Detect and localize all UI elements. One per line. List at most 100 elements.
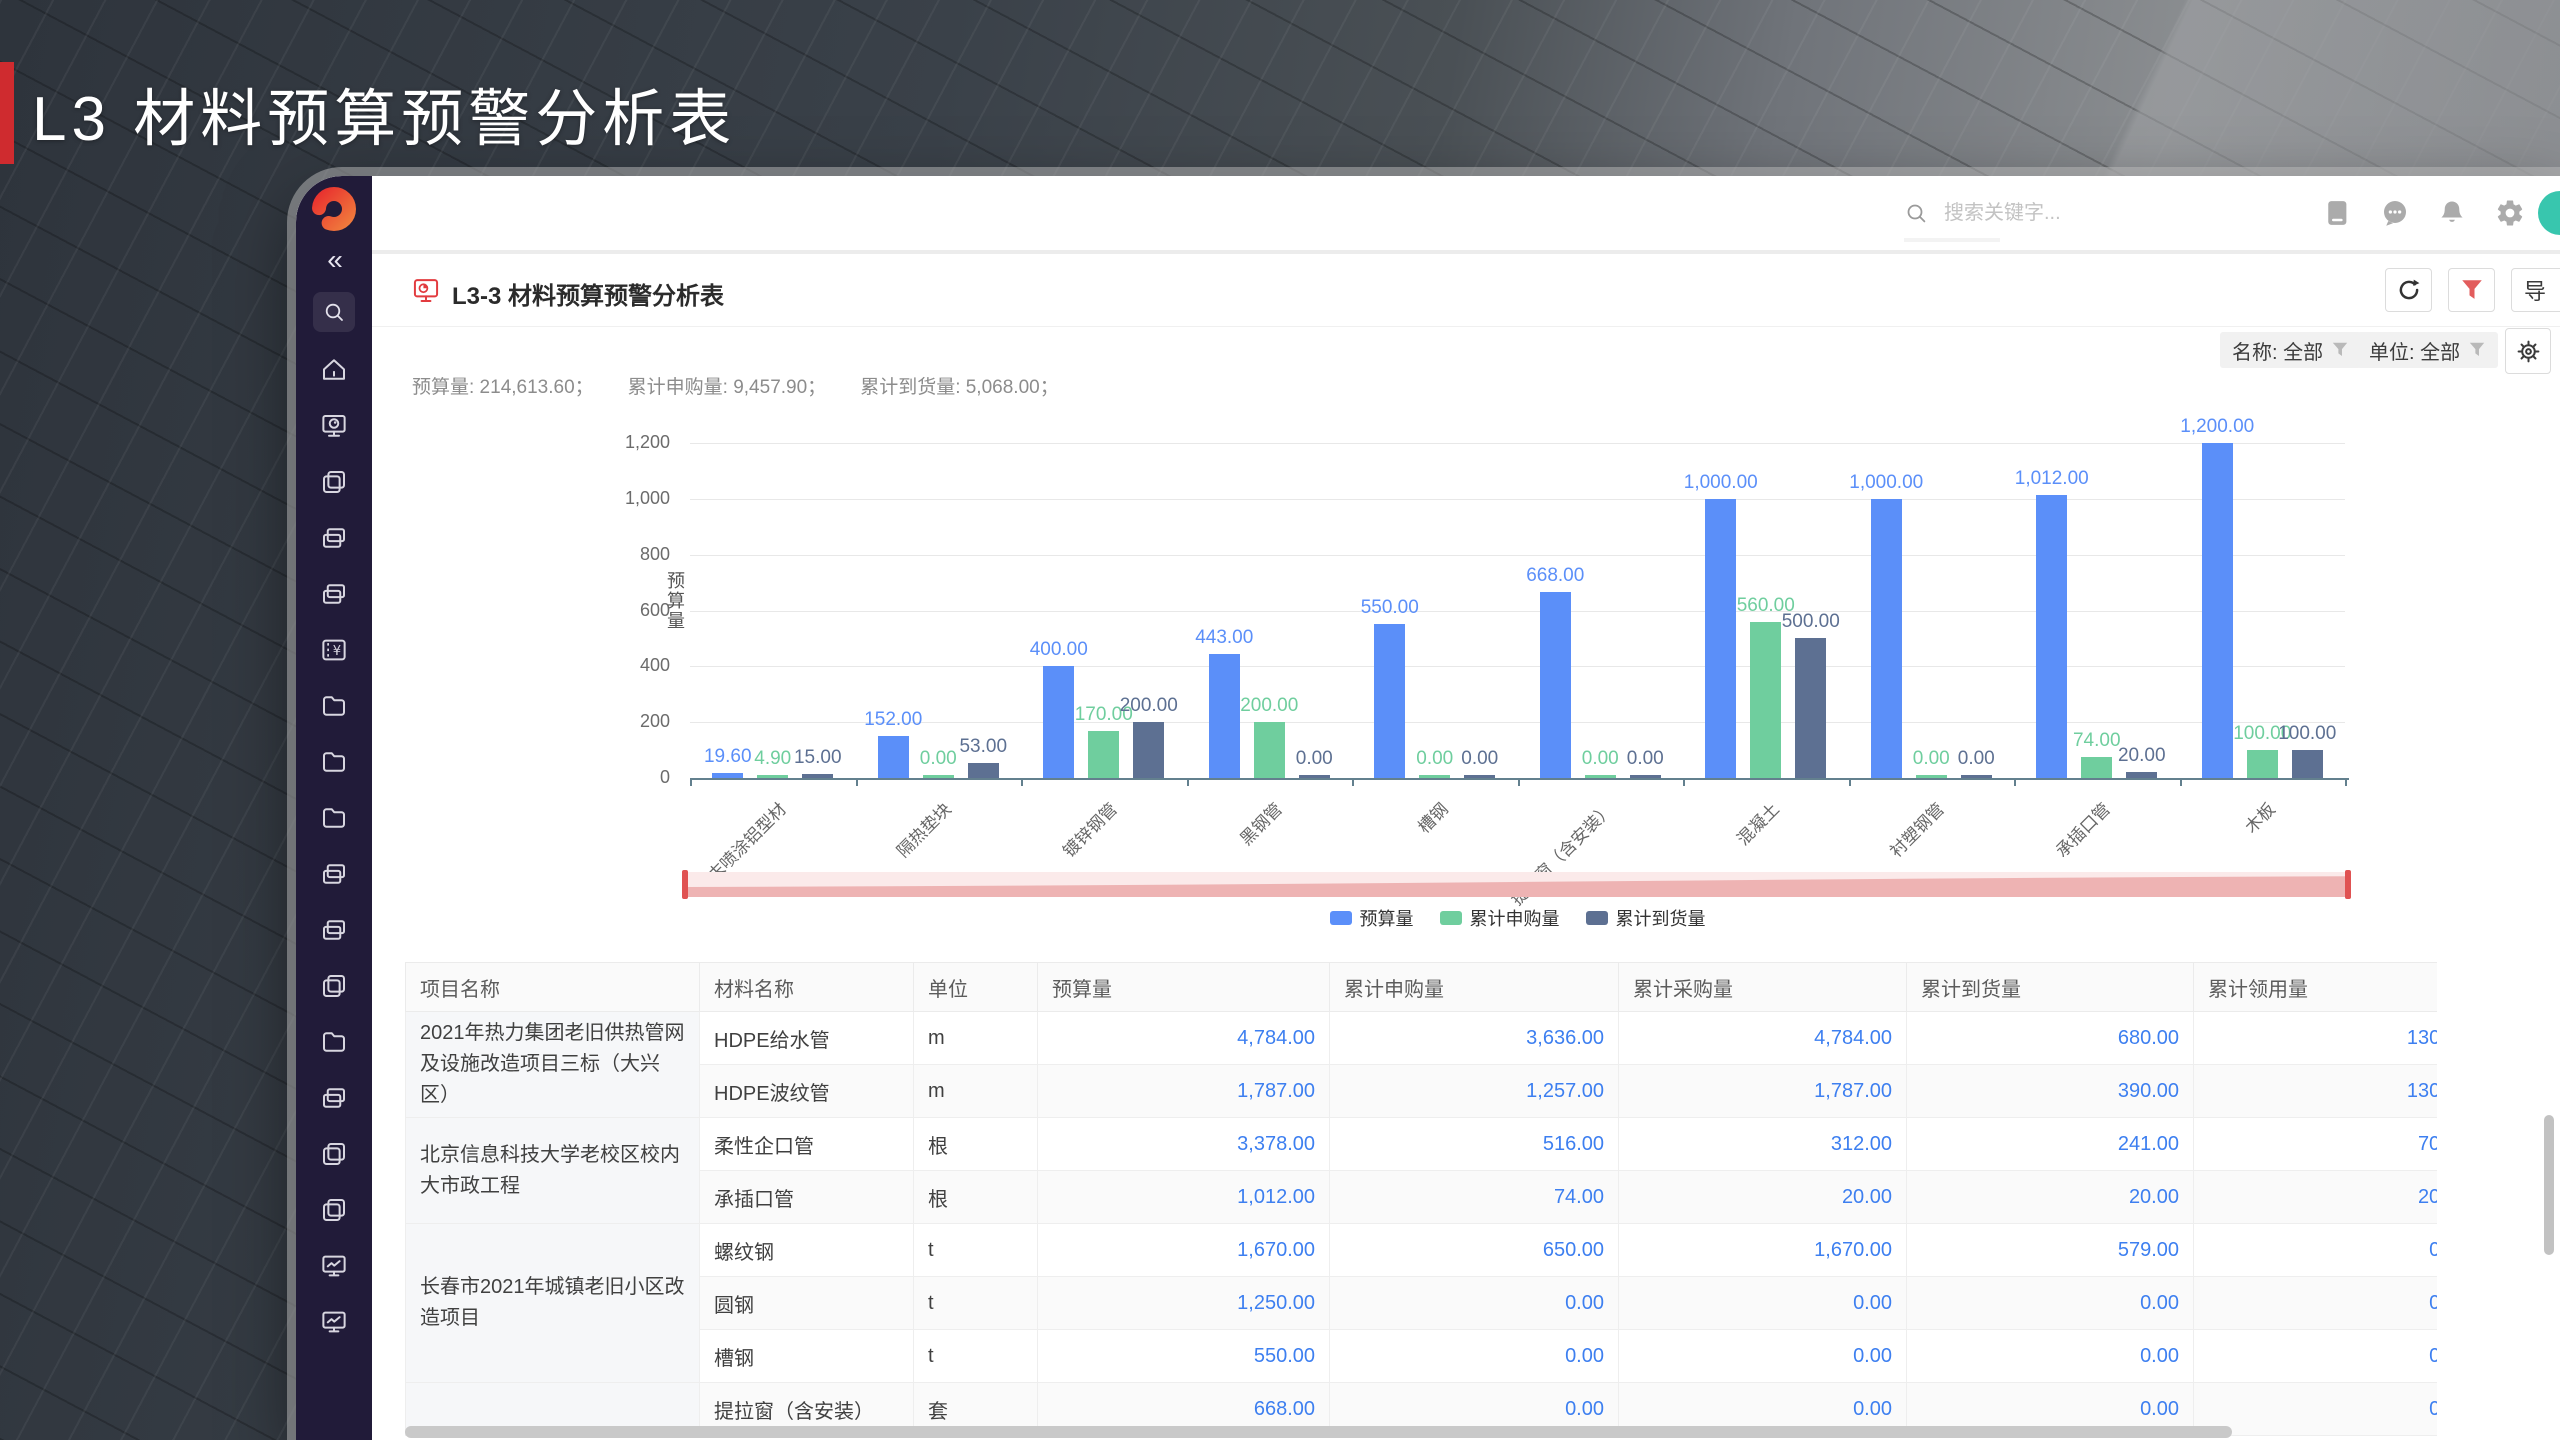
value-cell[interactable]: 3,636.00	[1329, 1011, 1619, 1065]
chart-bar[interactable]	[802, 773, 834, 778]
chart-bar[interactable]	[2291, 750, 2323, 778]
value-cell[interactable]: 4,784.00	[1037, 1011, 1330, 1065]
slider-handle-left[interactable]	[682, 870, 688, 899]
chart-bar[interactable]	[1208, 654, 1240, 778]
vertical-scrollbar[interactable]	[2544, 1115, 2554, 1255]
value-cell[interactable]: 241.00	[1906, 1117, 2194, 1171]
sidebar-item-chart-icon[interactable]	[318, 1306, 350, 1338]
value-cell[interactable]: 20.00	[2193, 1170, 2437, 1224]
value-cell[interactable]: 1,670.00	[1037, 1223, 1330, 1277]
chart-bar[interactable]	[2126, 772, 2158, 778]
chart-bar[interactable]	[1043, 666, 1075, 778]
sidebar-item-copy-icon[interactable]	[318, 466, 350, 498]
sidebar-item-folder-icon[interactable]	[318, 1026, 350, 1058]
value-cell[interactable]: 0.00	[1329, 1329, 1619, 1383]
export-button[interactable]: 导 出	[2511, 268, 2560, 312]
bell-icon[interactable]	[2437, 198, 2467, 228]
chart-bar[interactable]	[1298, 775, 1330, 778]
sidebar-item-home-icon[interactable]	[318, 354, 350, 386]
value-cell[interactable]: 0.00	[1618, 1329, 1907, 1383]
value-cell[interactable]: 0.00	[1906, 1329, 2194, 1383]
chart-bar[interactable]	[1870, 498, 1902, 778]
horizontal-scrollbar[interactable]	[405, 1426, 2232, 1438]
chart-bar[interactable]	[1629, 775, 1661, 778]
sidebar-item-copy-icon[interactable]	[318, 1194, 350, 1226]
chart-bar[interactable]	[2081, 757, 2113, 778]
value-cell[interactable]: 390.00	[1906, 1064, 2194, 1118]
value-cell[interactable]: 579.00	[1906, 1223, 2194, 1277]
chart-bar[interactable]	[1795, 638, 1827, 778]
legend-item[interactable]: 预算量	[1329, 905, 1414, 931]
sidebar-collapse-icon[interactable]: «	[327, 246, 343, 274]
filter-chip-unit[interactable]: 单位: 全部	[2357, 332, 2499, 368]
chart-bar[interactable]	[1539, 591, 1571, 778]
value-cell[interactable]: 130.00	[2193, 1064, 2437, 1118]
chart-bar[interactable]	[1374, 624, 1406, 778]
value-cell[interactable]: 1,787.00	[1037, 1064, 1330, 1118]
chart-zoom-slider[interactable]	[682, 870, 2351, 899]
value-cell[interactable]: 0.00	[1618, 1276, 1907, 1330]
filter-chip-name[interactable]: 名称: 全部	[2220, 332, 2362, 368]
value-cell[interactable]: 1,670.00	[1618, 1223, 1907, 1277]
sidebar-item-windows-icon[interactable]	[318, 522, 350, 554]
chart-bar[interactable]	[1253, 722, 1285, 778]
user-avatar[interactable]	[2538, 191, 2560, 235]
sidebar-item-windows-icon[interactable]	[318, 858, 350, 890]
sidebar-item-folder-icon[interactable]	[318, 802, 350, 834]
legend-item[interactable]: 累计到货量	[1585, 905, 1706, 931]
value-cell[interactable]: 4,784.00	[1618, 1011, 1907, 1065]
table-settings-button[interactable]	[2505, 328, 2551, 374]
value-cell[interactable]: 680.00	[1906, 1011, 2194, 1065]
sidebar-item-folder-icon[interactable]	[318, 690, 350, 722]
chart-bar[interactable]	[922, 775, 954, 778]
value-cell[interactable]: 0.00	[2193, 1329, 2437, 1383]
value-cell[interactable]: 3,378.00	[1037, 1117, 1330, 1171]
chart-bar[interactable]	[1705, 498, 1737, 778]
sidebar-item-dashboard-icon[interactable]	[318, 410, 350, 442]
search-input[interactable]	[1942, 200, 2276, 226]
sidebar-item-windows-icon[interactable]	[318, 578, 350, 610]
slider-handle-right[interactable]	[2345, 870, 2351, 899]
value-cell[interactable]: 20.00	[1906, 1170, 2194, 1224]
chat-icon[interactable]	[2380, 198, 2410, 228]
value-cell[interactable]: 0.00	[1906, 1276, 2194, 1330]
chart-bar[interactable]	[1750, 621, 1782, 778]
chart-bar[interactable]	[712, 772, 744, 778]
sidebar-item-bill-icon[interactable]: ¥	[318, 634, 350, 666]
refresh-button[interactable]	[2385, 268, 2432, 312]
chart-bar[interactable]	[2246, 750, 2278, 778]
filter-button[interactable]	[2448, 268, 2495, 312]
notebook-icon[interactable]	[2322, 198, 2352, 228]
value-cell[interactable]: 130.00	[2193, 1011, 2437, 1065]
legend-item[interactable]: 累计申购量	[1439, 905, 1560, 931]
sidebar-item-copy-icon[interactable]	[318, 970, 350, 1002]
chart-bar[interactable]	[967, 763, 999, 778]
chart-bar[interactable]	[1584, 775, 1616, 778]
value-cell[interactable]: 312.00	[1618, 1117, 1907, 1171]
value-cell[interactable]: 0.00	[1329, 1276, 1619, 1330]
chart-bar[interactable]	[1464, 775, 1496, 778]
chart-bar[interactable]	[1960, 775, 1992, 778]
chart-bar[interactable]	[1915, 775, 1947, 778]
chart-bar[interactable]	[1419, 775, 1451, 778]
value-cell[interactable]: 0.00	[2193, 1223, 2437, 1277]
sidebar-item-windows-icon[interactable]	[318, 1082, 350, 1114]
chart-bar[interactable]	[1088, 730, 1120, 778]
value-cell[interactable]: 70.00	[2193, 1117, 2437, 1171]
sidebar-item-chart-icon[interactable]	[318, 1250, 350, 1282]
sidebar-item-folder-icon[interactable]	[318, 746, 350, 778]
chart-bar[interactable]	[1133, 722, 1165, 778]
value-cell[interactable]: 0.00	[2193, 1276, 2437, 1330]
value-cell[interactable]: 1,787.00	[1618, 1064, 1907, 1118]
chart-bar[interactable]	[2036, 495, 2068, 778]
value-cell[interactable]: 20.00	[1618, 1170, 1907, 1224]
chart-bar[interactable]	[877, 735, 909, 778]
value-cell[interactable]: 516.00	[1329, 1117, 1619, 1171]
sidebar-search-icon[interactable]	[313, 292, 355, 332]
value-cell[interactable]: 1,250.00	[1037, 1276, 1330, 1330]
gear-icon[interactable]	[2495, 198, 2525, 228]
sidebar-item-copy-icon[interactable]	[318, 1138, 350, 1170]
value-cell[interactable]: 650.00	[1329, 1223, 1619, 1277]
value-cell[interactable]: 550.00	[1037, 1329, 1330, 1383]
chart-bar[interactable]	[757, 775, 789, 778]
